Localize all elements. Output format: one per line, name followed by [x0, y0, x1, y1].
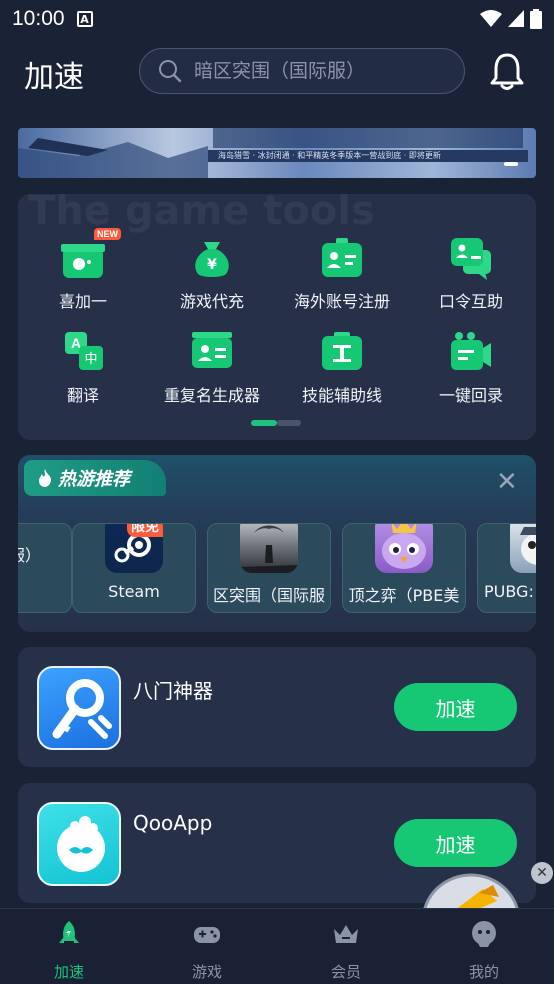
- banner-strip-text: 海岛猎雪 · 冰封闭通 · 和平精英冬季版本一营战到底 · 即将更新: [208, 150, 528, 162]
- tool-label: 喜加一: [58, 292, 107, 311]
- svg-text:¥: ¥: [207, 257, 217, 273]
- profile-icon: [472, 921, 496, 947]
- status-time: 10:00: [12, 7, 65, 30]
- search-input[interactable]: [194, 60, 424, 82]
- game-icon: [510, 524, 536, 573]
- app-name: QooApp: [133, 811, 213, 835]
- gamepad-gift-icon: [61, 244, 105, 278]
- tool-game-recharge[interactable]: ¥ 游戏代充: [147, 236, 277, 312]
- bell-icon[interactable]: [488, 52, 526, 92]
- tool-code-help[interactable]: 口令互助: [406, 236, 536, 312]
- game-name: 服）: [18, 546, 41, 565]
- hot-games-title: 热游推荐: [58, 469, 130, 490]
- signal-icon: [508, 10, 524, 27]
- tool-label: 重复名生成器: [163, 386, 260, 405]
- rocket-icon: [59, 921, 79, 943]
- translate-icon: A 中: [65, 332, 103, 370]
- tools-pager: [251, 420, 301, 426]
- tool-name-generator[interactable]: 重复名生成器: [147, 330, 277, 406]
- game-icon: [240, 524, 298, 573]
- game-tile-steam[interactable]: 限免 Steam: [72, 523, 196, 613]
- tab-label: 加速: [53, 963, 84, 981]
- tool-label: 游戏代充: [179, 292, 244, 311]
- game-icon: [375, 524, 433, 573]
- tool-label: 一键回录: [438, 386, 503, 405]
- game-tile[interactable]: 顶之弈（PBE美: [342, 523, 466, 613]
- game-name: Steam: [108, 582, 160, 601]
- tool-label: 海外账号注册: [293, 292, 390, 311]
- steam-icon: 限免: [105, 524, 163, 573]
- game-tile[interactable]: 区突围（国际服: [207, 523, 331, 613]
- pager-active: [251, 420, 277, 426]
- bottom-tab-bar: 加速 游戏 会员 我的: [0, 908, 554, 984]
- search-icon: [159, 60, 182, 83]
- tool-overseas-account[interactable]: 海外账号注册: [277, 236, 407, 312]
- accelerate-button[interactable]: 加速: [394, 819, 517, 867]
- tab-label: 我的: [468, 963, 499, 981]
- floating-ad[interactable]: [421, 873, 521, 913]
- tool-label: 口令互助: [438, 292, 503, 311]
- floating-ad-image: [422, 873, 520, 913]
- tab-profile[interactable]: 我的: [444, 919, 524, 982]
- flame-icon: [39, 469, 52, 487]
- status-bar: 10:00 A: [0, 0, 554, 38]
- tool-one-click-record[interactable]: 一键回录: [406, 330, 536, 406]
- close-icon[interactable]: ✕: [496, 469, 518, 495]
- tab-games[interactable]: 游戏: [167, 919, 247, 982]
- hot-games-card: 热游推荐 ✕ 服） 限免 Steam 区突围（国际服: [18, 455, 536, 632]
- notification-icon: A: [76, 11, 93, 27]
- close-ad-icon[interactable]: ✕: [531, 862, 553, 884]
- accelerate-button[interactable]: 加速: [394, 683, 517, 731]
- app-card[interactable]: 八门神器 加速: [18, 647, 536, 767]
- header: 加速: [0, 38, 554, 108]
- tools-watermark: The game tools: [28, 194, 375, 234]
- status-icons: [480, 9, 542, 29]
- game-tile[interactable]: 服）: [18, 523, 72, 613]
- tool-translate[interactable]: A 中 翻译: [18, 330, 148, 406]
- key-wrench-icon: [37, 666, 121, 750]
- crown-icon: [334, 925, 358, 943]
- gamepad-icon: [194, 927, 220, 943]
- tool-label: 翻译: [66, 386, 99, 405]
- game-name: 顶之弈（PBE美: [348, 586, 460, 605]
- name-card-icon: [192, 332, 232, 368]
- app-name: 八门神器: [133, 679, 213, 703]
- pager-inactive: [277, 420, 301, 426]
- tool-xijiayi[interactable]: NEW 喜加一: [18, 228, 148, 312]
- id-card-icon: [322, 238, 362, 277]
- new-badge: NEW: [94, 228, 121, 240]
- tools-card: The game tools NEW 喜加一 ¥ 游戏代充 海外账号注册 口令互…: [18, 194, 536, 440]
- tool-label: 技能辅助线: [301, 386, 382, 405]
- tab-membership[interactable]: 会员: [306, 919, 386, 982]
- game-name: PUBG:: [484, 582, 534, 601]
- wifi-icon: [480, 10, 502, 27]
- money-bag-icon: ¥: [195, 242, 229, 277]
- tool-skill-line[interactable]: 技能辅助线: [277, 330, 407, 406]
- free-badge: 限免: [127, 524, 163, 537]
- game-tile[interactable]: PUBG:: [477, 523, 536, 613]
- video-record-icon: [451, 332, 491, 370]
- search-bar[interactable]: [139, 48, 465, 94]
- tab-accelerate[interactable]: 加速: [29, 919, 109, 982]
- promo-banner[interactable]: 海岛猎雪 · 冰封闭通 · 和平精英冬季版本一营战到底 · 即将更新: [18, 128, 536, 178]
- tab-label: 游戏: [191, 963, 222, 981]
- qooapp-icon: [37, 802, 121, 886]
- banner-pager: [504, 162, 518, 166]
- page-title: 加速: [24, 60, 84, 95]
- tab-label: 会员: [330, 963, 361, 981]
- chat-users-icon: [451, 238, 491, 280]
- svg-text:中: 中: [84, 352, 97, 367]
- battery-icon: [530, 9, 542, 29]
- skill-line-icon: [322, 332, 362, 370]
- game-name: 区突围（国际服: [212, 586, 325, 605]
- hot-games-tag: 热游推荐: [24, 460, 166, 496]
